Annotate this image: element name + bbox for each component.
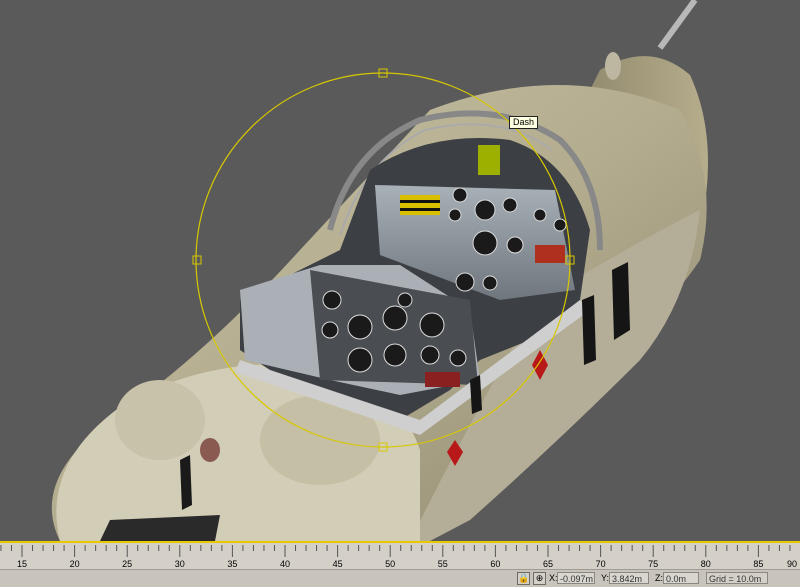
y-coord-field[interactable]: 3.842m bbox=[609, 572, 649, 584]
timeline-tick-label: 50 bbox=[385, 559, 396, 569]
timeline-tick-label: 45 bbox=[332, 559, 343, 569]
status-bar: 🔒 ⊕ X: -0.097m Y: 3.842m Z: 0.0m Grid = … bbox=[0, 569, 800, 587]
grid-size-display: Grid = 10.0m bbox=[706, 572, 768, 584]
z-coord-field[interactable]: 0.0m bbox=[663, 572, 699, 584]
timeline-tick-label: 20 bbox=[69, 559, 80, 569]
3d-viewport[interactable]: Dash bbox=[0, 0, 800, 541]
timeline-ticks bbox=[0, 545, 791, 557]
timeline-tick-label: 65 bbox=[542, 559, 554, 569]
z-coord-label: Z: bbox=[655, 573, 663, 583]
y-coord-label: Y: bbox=[601, 573, 610, 583]
aircraft-render bbox=[51, 0, 708, 541]
timeline-tick-label: 40 bbox=[279, 559, 291, 569]
timeline-tick-label: 55 bbox=[437, 559, 448, 569]
timeline-ruler[interactable]: 15 20 25 30 35 40 45 50 55 60 65 70 75 80 85 90 bbox=[0, 541, 800, 571]
timeline-tick-label: 15 bbox=[16, 559, 28, 569]
timeline-tick-label: 75 bbox=[648, 559, 659, 569]
object-tooltip: Dash bbox=[509, 116, 539, 129]
absolute-mode-icon[interactable]: ⊕ bbox=[533, 572, 546, 585]
timeline-tick-label: 90 bbox=[786, 559, 798, 569]
lock-icon[interactable]: 🔒 bbox=[517, 572, 530, 585]
timeline-tick-label: 30 bbox=[174, 559, 185, 569]
timeline-tick-label: 35 bbox=[227, 559, 238, 569]
timeline-tick-label: 25 bbox=[122, 559, 133, 569]
timeline-tick-label: 80 bbox=[700, 559, 711, 569]
x-coord-field[interactable]: -0.097m bbox=[557, 572, 595, 584]
timeline-tick-label: 60 bbox=[490, 559, 501, 569]
timeline-tick-label: 85 bbox=[753, 559, 764, 569]
timeline-tick-label: 70 bbox=[595, 559, 606, 569]
